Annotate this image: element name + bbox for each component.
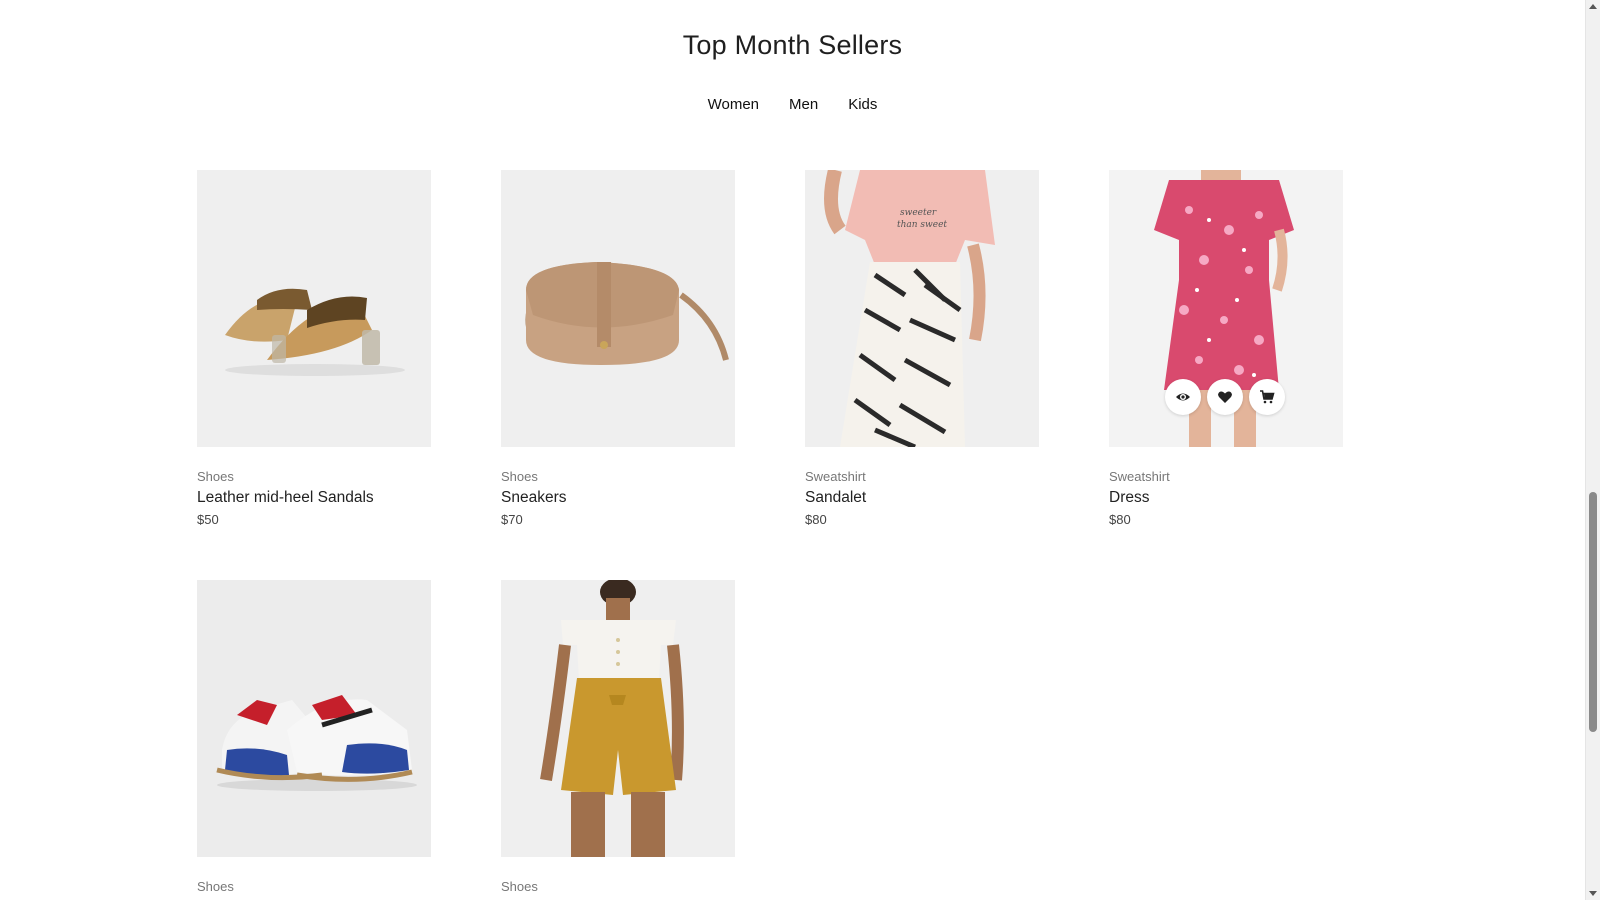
- page-viewport: Top Month Sellers Women Men Kids Shoes L…: [0, 0, 1585, 900]
- product-category: Shoes: [197, 469, 234, 484]
- category-tabs: Women Men Kids: [0, 96, 1585, 113]
- product-card[interactable]: Shoes: [197, 580, 431, 894]
- scroll-down-icon[interactable]: [1589, 891, 1597, 896]
- eye-icon[interactable]: [1165, 379, 1201, 415]
- cart-icon[interactable]: [1249, 379, 1285, 415]
- scroll-up-icon[interactable]: [1589, 4, 1597, 9]
- product-price: $80: [1109, 512, 1131, 527]
- product-card[interactable]: Shoes Leather mid-heel Sandals $50: [197, 170, 431, 527]
- tab-kids[interactable]: Kids: [848, 96, 877, 113]
- product-card[interactable]: Shoes: [501, 580, 735, 894]
- handbag-image[interactable]: [501, 170, 735, 447]
- product-name[interactable]: Dress: [1109, 489, 1343, 507]
- section-title: Top Month Sellers: [682, 30, 903, 60]
- sneakers-image[interactable]: [197, 580, 431, 857]
- tab-men[interactable]: Men: [789, 96, 818, 113]
- product-hover-actions: [1165, 379, 1285, 415]
- product-name[interactable]: Sneakers: [501, 489, 735, 507]
- product-category: Shoes: [501, 469, 538, 484]
- heart-icon[interactable]: [1207, 379, 1243, 415]
- product-category: Shoes: [197, 879, 234, 894]
- product-price: $80: [805, 512, 827, 527]
- product-name[interactable]: Sandalet: [805, 489, 1039, 507]
- product-category: Sweatshirt: [1109, 469, 1170, 484]
- product-price: $50: [197, 512, 219, 527]
- sandals-image[interactable]: [197, 170, 431, 447]
- product-card[interactable]: Shoes Sneakers $70: [501, 170, 735, 527]
- product-card[interactable]: sweeter than sweet Sweatshirt Sandalet $…: [805, 170, 1039, 527]
- svg-text:than sweet: than sweet: [897, 220, 947, 230]
- svg-text:sweeter: sweeter: [900, 208, 937, 218]
- page-scrollbar[interactable]: [1585, 0, 1600, 900]
- product-name[interactable]: Leather mid-heel Sandals: [197, 489, 431, 507]
- product-category: Sweatshirt: [805, 469, 866, 484]
- product-card[interactable]: Sweatshirt Dress $80: [1109, 170, 1343, 527]
- scroll-thumb[interactable]: [1589, 492, 1597, 732]
- product-category: Shoes: [501, 879, 538, 894]
- tshirt-skirt-image[interactable]: sweeter than sweet: [805, 170, 1039, 447]
- top-shorts-image[interactable]: [501, 580, 735, 857]
- tab-women[interactable]: Women: [708, 96, 759, 113]
- product-price: $70: [501, 512, 523, 527]
- floral-dress-image[interactable]: [1109, 170, 1343, 447]
